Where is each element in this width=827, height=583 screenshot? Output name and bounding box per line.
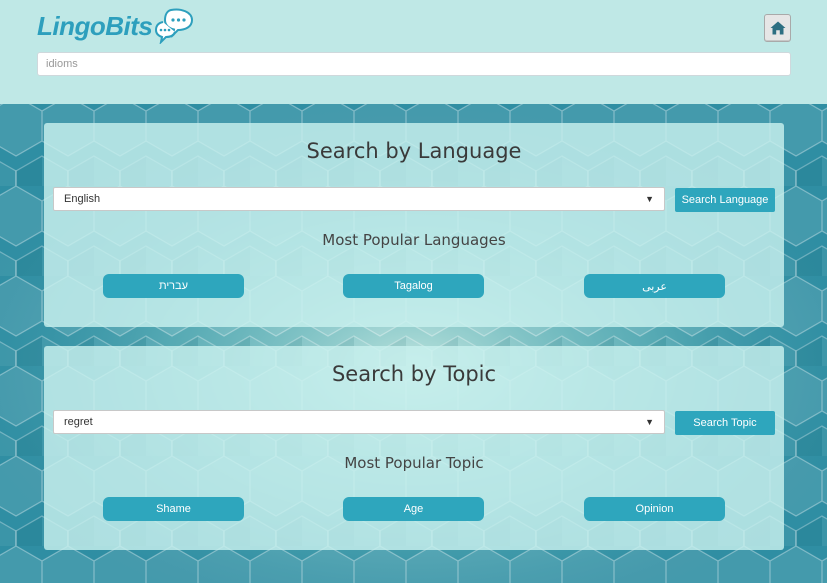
home-icon [770, 21, 785, 35]
logo-text: LingoBits [37, 10, 153, 41]
popular-topic-button[interactable]: Age [343, 497, 484, 521]
header: LingoBits [0, 0, 827, 104]
popular-topic-button[interactable]: Opinion [584, 497, 725, 521]
popular-language-button[interactable]: Tagalog [343, 274, 484, 298]
topic-search-panel: Search by Topic regret ▼ Search Topic Mo… [44, 346, 784, 550]
search-language-button[interactable]: Search Language [675, 188, 775, 212]
caret-down-icon: ▼ [645, 194, 654, 204]
home-button[interactable] [764, 14, 791, 42]
popular-language-button[interactable]: עברית [103, 274, 244, 298]
popular-languages-heading: Most Popular Languages [322, 231, 506, 249]
topic-section-title: Search by Topic [331, 362, 497, 386]
topic-select-value: regret [64, 416, 93, 428]
speech-bubbles-icon [154, 6, 196, 46]
popular-language-button[interactable]: عربى [584, 274, 725, 298]
language-section-title: Search by Language [306, 139, 522, 163]
logo[interactable]: LingoBits [37, 6, 196, 46]
popular-topic-button[interactable]: Shame [103, 497, 244, 521]
language-select[interactable]: English ▼ [53, 187, 665, 211]
topic-select[interactable]: regret ▼ [53, 410, 665, 434]
language-search-panel: Search by Language English ▼ Search Lang… [44, 123, 784, 327]
search-input[interactable] [37, 52, 791, 76]
search-topic-button[interactable]: Search Topic [675, 411, 775, 435]
popular-topics-heading: Most Popular Topic [344, 454, 484, 472]
language-select-value: English [64, 193, 101, 205]
caret-down-icon: ▼ [645, 417, 654, 427]
